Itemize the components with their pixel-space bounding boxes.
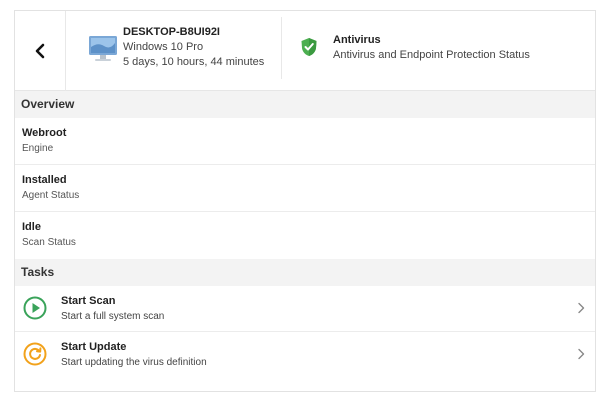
overview-label: Agent Status — [22, 190, 80, 201]
shield-check-icon — [301, 38, 317, 56]
overview-value: Installed — [22, 174, 67, 186]
overview-label: Engine — [22, 143, 54, 154]
antivirus-subtitle: Antivirus and Endpoint Protection Status — [333, 49, 530, 61]
task-title: Start Scan — [61, 295, 116, 307]
chevron-left-icon — [35, 43, 45, 59]
overview-row-scan-status: Idle Scan Status — [15, 212, 595, 259]
task-description: Start a full system scan — [61, 311, 165, 322]
task-description: Start updating the virus definition — [61, 357, 207, 368]
device-os: Windows 10 Pro — [123, 41, 204, 53]
device-info: DESKTOP-B8UI92I Windows 10 Pro 5 days, 1… — [83, 21, 283, 81]
overview-section-title: Overview — [15, 91, 595, 118]
play-icon — [23, 296, 47, 320]
chevron-right-icon — [578, 302, 585, 314]
overview-value: Idle — [22, 221, 41, 233]
device-uptime: 5 days, 10 hours, 44 minutes — [123, 56, 265, 68]
device-name: DESKTOP-B8UI92I — [123, 26, 220, 38]
task-start-scan[interactable]: Start Scan Start a full system scan — [15, 286, 595, 332]
antivirus-title: Antivirus — [333, 34, 381, 46]
tasks-section-title: Tasks — [15, 259, 595, 286]
back-button[interactable] — [15, 11, 66, 91]
header-divider — [281, 17, 282, 79]
chevron-right-icon — [578, 348, 585, 360]
panel-header: DESKTOP-B8UI92I Windows 10 Pro 5 days, 1… — [15, 11, 595, 91]
overview-value: Webroot — [22, 127, 67, 139]
overview-row-engine: Webroot Engine — [15, 118, 595, 165]
refresh-icon — [23, 342, 47, 366]
task-start-update[interactable]: Start Update Start updating the virus de… — [15, 332, 595, 378]
monitor-icon — [89, 36, 117, 61]
overview-label: Scan Status — [22, 237, 76, 248]
overview-row-agent-status: Installed Agent Status — [15, 165, 595, 212]
antivirus-info: Antivirus Antivirus and Endpoint Protect… — [333, 33, 530, 63]
task-title: Start Update — [61, 341, 127, 353]
antivirus-panel: DESKTOP-B8UI92I Windows 10 Pro 5 days, 1… — [14, 10, 596, 392]
